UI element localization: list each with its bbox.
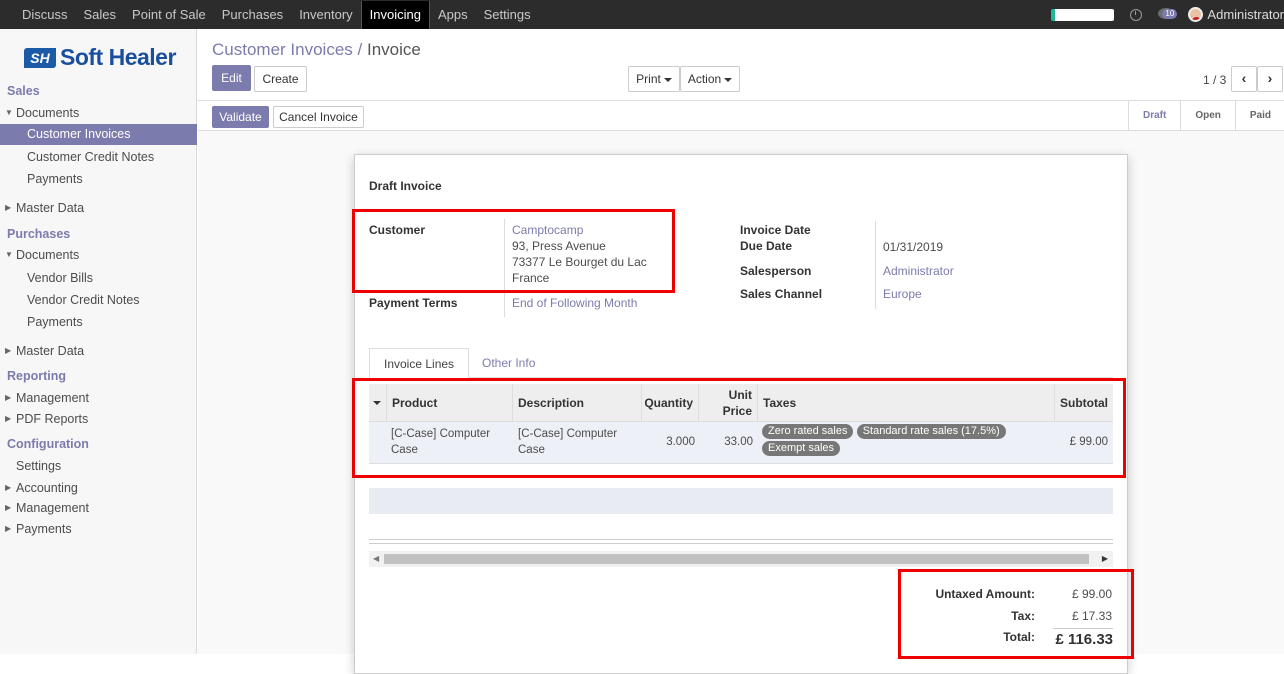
breadcrumb-current: Invoice bbox=[366, 40, 421, 59]
table-footer-line bbox=[369, 539, 1113, 544]
sidebar-section-reporting[interactable]: Reporting bbox=[7, 369, 66, 383]
chevron-right-icon: › bbox=[1267, 70, 1273, 86]
sidebar-section-sales[interactable]: Sales bbox=[7, 84, 40, 98]
customer-highlight-box bbox=[352, 209, 675, 293]
field-separator bbox=[875, 221, 876, 309]
due-date-label: Due Date bbox=[740, 239, 793, 253]
caret-right-icon: ▶ bbox=[5, 393, 12, 402]
salesperson-link[interactable]: Administrator bbox=[883, 263, 954, 279]
edit-button[interactable]: Edit bbox=[212, 65, 251, 91]
caret-right-icon: ▶ bbox=[5, 503, 12, 512]
sidebar-section-purchases[interactable]: Purchases bbox=[7, 227, 70, 241]
caret-down-icon: ▼ bbox=[5, 108, 13, 117]
onboarding-progress-bar[interactable] bbox=[1051, 8, 1115, 21]
sales-channel-label: Sales Channel bbox=[740, 287, 823, 301]
sidebar-item-vendor-credit-notes[interactable]: Vendor Credit Notes bbox=[0, 290, 197, 310]
payment-terms-label: Payment Terms bbox=[369, 296, 458, 310]
menu-settings[interactable]: Settings bbox=[476, 0, 539, 29]
sidebar-item-vendor-bills[interactable]: Vendor Bills bbox=[0, 268, 197, 288]
empty-row[interactable] bbox=[369, 488, 1113, 514]
pager-next-button[interactable]: › bbox=[1257, 66, 1283, 92]
notebook-tabs: Invoice Lines Other Info bbox=[369, 348, 1113, 379]
sidebar-item-config-management[interactable]: ▶ Management bbox=[0, 498, 197, 518]
top-navbar: Discuss Sales Point of Sale Purchases In… bbox=[0, 0, 1284, 29]
company-logo: SH Soft Healer bbox=[24, 44, 176, 71]
scroll-left-arrow-icon[interactable]: ◀ bbox=[373, 551, 379, 567]
caret-right-icon: ▶ bbox=[5, 346, 12, 355]
sidebar-item-config-payments[interactable]: ▶ Payments bbox=[0, 519, 197, 539]
sidebar: SH Soft Healer Sales ▼ Documents Customer… bbox=[0, 29, 197, 654]
activity-clock-icon[interactable] bbox=[1130, 8, 1143, 21]
action-dropdown[interactable]: Action bbox=[680, 66, 740, 92]
menu-apps[interactable]: Apps bbox=[430, 0, 476, 29]
invoice-date-label: Invoice Date bbox=[740, 223, 811, 237]
sidebar-item-settings[interactable]: Settings bbox=[0, 456, 197, 476]
menu-discuss[interactable]: Discuss bbox=[14, 0, 76, 29]
sidebar-item-purchase-documents[interactable]: ▼ Documents bbox=[0, 245, 197, 265]
invoice-form-sheet: Draft Invoice Customer Camptocamp 93, Pr… bbox=[352, 154, 1134, 674]
sidebar-item-customer-invoices[interactable]: Customer Invoices bbox=[0, 124, 197, 145]
sidebar-item-master-data[interactable]: ▶ Master Data bbox=[0, 198, 197, 218]
sidebar-item-pdf-reports[interactable]: ▶ PDF Reports bbox=[0, 409, 197, 429]
salesperson-label: Salesperson bbox=[740, 264, 812, 278]
menu-inventory[interactable]: Inventory bbox=[291, 0, 360, 29]
pager-value[interactable]: 1 / 3 bbox=[1203, 73, 1226, 87]
menu-sales[interactable]: Sales bbox=[76, 0, 125, 29]
cancel-invoice-button[interactable]: Cancel Invoice bbox=[273, 106, 364, 128]
menu-point-of-sale[interactable]: Point of Sale bbox=[124, 0, 214, 29]
logo-text: Soft Healer bbox=[60, 44, 176, 70]
sidebar-item-purchase-master-data[interactable]: ▶ Master Data bbox=[0, 341, 197, 361]
main-content: Customer Invoices / Invoice Edit Create … bbox=[198, 29, 1284, 674]
caret-right-icon: ▶ bbox=[5, 414, 12, 423]
stage-draft[interactable]: Draft bbox=[1127, 101, 1180, 131]
validate-button[interactable]: Validate bbox=[212, 106, 269, 128]
sales-channel-link[interactable]: Europe bbox=[883, 286, 922, 302]
caret-down-icon: ▼ bbox=[5, 250, 13, 259]
user-menu[interactable]: Administrator bbox=[1207, 7, 1284, 22]
tab-invoice-lines[interactable]: Invoice Lines bbox=[369, 348, 470, 379]
logo-mark: SH bbox=[24, 47, 56, 68]
caret-down-icon bbox=[663, 77, 672, 82]
sidebar-item-payments[interactable]: Payments bbox=[0, 169, 197, 189]
control-panel: Customer Invoices / Invoice Edit Create … bbox=[198, 29, 1284, 101]
stage-paid[interactable]: Paid bbox=[1234, 101, 1284, 131]
caret-down-icon bbox=[724, 77, 733, 82]
menu-invoicing[interactable]: Invoicing bbox=[360, 1, 430, 29]
menu-purchases[interactable]: Purchases bbox=[214, 0, 291, 29]
print-dropdown[interactable]: Print bbox=[628, 66, 680, 92]
horizontal-scrollbar[interactable]: ◀ ▶ bbox=[369, 551, 1113, 567]
sidebar-item-management[interactable]: ▶ Management bbox=[0, 388, 197, 408]
tab-other-info[interactable]: Other Info bbox=[468, 348, 549, 379]
pager-previous-button[interactable]: ‹ bbox=[1231, 66, 1257, 92]
breadcrumb-separator: / bbox=[357, 40, 363, 59]
invoice-lines-highlight-box bbox=[352, 378, 1126, 478]
caret-right-icon: ▶ bbox=[5, 524, 12, 533]
messages-icon[interactable]: 10 bbox=[1158, 8, 1178, 21]
user-avatar[interactable] bbox=[1188, 7, 1204, 22]
stage-open[interactable]: Open bbox=[1180, 101, 1235, 131]
caret-right-icon: ▶ bbox=[5, 203, 12, 212]
caret-right-icon: ▶ bbox=[5, 483, 12, 492]
sidebar-item-purchase-payments[interactable]: Payments bbox=[0, 312, 197, 332]
payment-terms-link[interactable]: End of Following Month bbox=[512, 295, 637, 311]
sidebar-item-accounting[interactable]: ▶ Accounting bbox=[0, 478, 197, 498]
sidebar-item-documents[interactable]: ▼ Documents bbox=[0, 103, 197, 123]
due-date-value: 01/31/2019 bbox=[883, 240, 944, 254]
invoice-title: Draft Invoice bbox=[369, 179, 442, 193]
scrollbar-thumb[interactable] bbox=[384, 554, 1089, 564]
chevron-left-icon: ‹ bbox=[1241, 70, 1247, 86]
sidebar-item-customer-credit-notes[interactable]: Customer Credit Notes bbox=[0, 147, 197, 167]
totals-highlight-box bbox=[898, 569, 1134, 659]
breadcrumb-parent[interactable]: Customer Invoices bbox=[212, 40, 353, 59]
scroll-right-arrow-icon[interactable]: ▶ bbox=[1102, 551, 1108, 567]
status-stages: Draft Open Paid bbox=[1127, 101, 1284, 131]
sidebar-section-configuration[interactable]: Configuration bbox=[7, 437, 89, 451]
create-button[interactable]: Create bbox=[254, 66, 307, 92]
app-menu: Discuss Sales Point of Sale Purchases In… bbox=[0, 0, 539, 29]
breadcrumb: Customer Invoices / Invoice bbox=[212, 40, 421, 60]
form-statusbar: Validate Cancel Invoice Draft Open Paid bbox=[198, 101, 1284, 131]
message-count-badge: 10 bbox=[1162, 9, 1178, 19]
